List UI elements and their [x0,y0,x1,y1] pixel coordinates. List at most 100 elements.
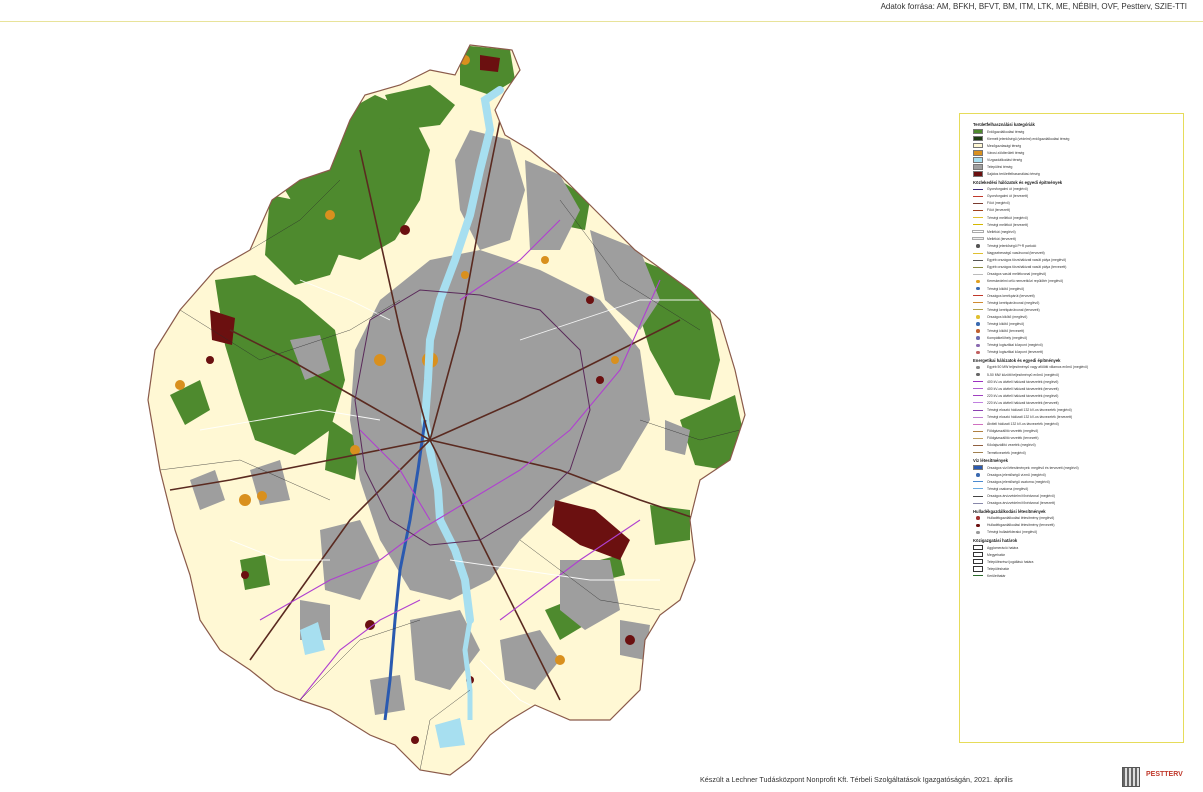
legend-item: Településrészi jogállású határa [973,558,1177,565]
legend-item: Országos vasúti mellékvonal (meglévő) [973,271,1177,278]
legend-item: Országos árvízvédelmi fővédvonal (tervez… [973,500,1177,507]
legend-item: Térségi kerékpárútvonal (tervezett) [973,306,1177,313]
regional-land-use-map[interactable] [0,0,950,792]
legend-item: Országos jelentőségű csatorna (meglévő) [973,478,1177,485]
legend-item-label: Főút (meglévő) [987,201,1010,206]
legend-symbol [973,257,983,263]
legend-item-label: Országos kikötő (meglévő) [987,314,1028,319]
legend-symbol [973,286,983,292]
legend-symbol [973,157,983,163]
legend-item-label: Földgázszállító vezeték (tervezett) [987,436,1039,441]
legend-item-label: Városi zöldterületi térség [987,150,1025,155]
legend-item: Mezőgazdasági térség [973,142,1177,149]
legend-item-label: Országos jelentőségű vízmű (meglévő) [987,472,1046,477]
legend-symbol [973,522,983,528]
legend-symbol [973,544,983,551]
legend-item: Térségi mellékút (tervezett) [973,221,1177,228]
legend-symbol [973,558,983,565]
legend-item: Térségi elosztó hálózati 132 kV-os távve… [973,414,1177,421]
legend-symbol [973,135,983,142]
legend-item: 220 kV-os átviteli hálózati távvezeték (… [973,392,1177,399]
legend-item-label: Agglomeráció határa [987,545,1019,550]
legend-symbol [973,321,983,327]
legend-symbol [973,200,983,206]
legend-item-label: 5-50 MW közötti teljesítményű erőmű (meg… [987,372,1059,377]
legend-item: Megyehatár [973,551,1177,558]
legend-item-label: Sajátos területfelhasználású térség [987,172,1040,177]
legend-symbol [973,164,983,170]
legend-symbol [973,271,983,277]
legend-symbol [973,342,983,348]
legend-symbol [973,551,983,558]
legend-item-label: Kerülethatár [987,573,1006,578]
legend-symbol [973,529,983,535]
legend-item: Országos vízi létesítmények: meglévő és … [973,464,1177,471]
legend-symbol [973,300,983,306]
legend-symbol [973,386,983,392]
legend-item-label: Termékvezeték (meglévő) [987,450,1026,455]
legend-item: Térségi mellékút (meglévő) [973,214,1177,221]
legend-item: Termékvezeték (meglévő) [973,449,1177,456]
legend-symbol [973,142,983,149]
legend-item: Főút (meglévő) [973,200,1177,207]
legend-symbol [973,314,983,320]
legend-symbol [973,515,983,521]
legend-item: Térségi elosztó hálózati 132 kV-os távve… [973,406,1177,413]
legend-item-label: Térségi mellékút (tervezett) [987,222,1029,227]
legend-item-label: Mellékút (meglévő) [987,229,1016,234]
legend-item: Kőolajszállító vezeték (meglévő) [973,442,1177,449]
legend-item: Kerülethatár [973,572,1177,579]
legend-item: Települési térség [973,163,1177,170]
legend-symbol [973,372,983,378]
legend-item: Térségi logisztikai központ (meglévő) [973,342,1177,349]
legend-item: Országos kikötő (meglévő) [973,313,1177,320]
legend-item-label: Térségi mellékút (meglévő) [987,215,1028,220]
legend-item-label: Átviteli hálózati 132 kV-os távvezeték (… [987,422,1059,427]
legend-item-label: Egyéb országos törzshálózati vasúti pály… [987,258,1067,263]
legend-item: Földgázszállító vezeték (meglévő) [973,428,1177,435]
legend-item-label: 220 kV-os átviteli hálózati távvezeték (… [987,400,1059,405]
legend-item: Térségi hulladéklerakó (meglévő) [973,529,1177,536]
legend-item-label: Térségi kikötő (tervezett) [987,329,1025,334]
legend-symbol [973,222,983,228]
legend-item-label: Térségi csatorna (meglévő) [987,486,1029,491]
legend-item-label: Kompátkelőhely (meglévő) [987,336,1028,341]
legend-item-label: Térségi logisztikai központ (meglévő) [987,343,1043,348]
legend-item: 220 kV-os átviteli hálózati távvezeték (… [973,399,1177,406]
legend-symbol [973,500,983,506]
legend-item: Kiemelt jelentőségű (védelmi) erdőgazdál… [973,135,1177,142]
legend-item: Országos kerékpárút (tervezett) [973,292,1177,299]
legend-item-label: Gyorsforgalmi út (tervezett) [987,194,1029,199]
legend-section-title: Területfelhasználási kategóriák [973,122,1035,127]
legend-symbol [973,364,983,370]
legend-item-label: Térségi hulladéklerakó (meglévő) [987,530,1038,535]
legend-section-title: Közigazgatási határok [973,537,1018,543]
legend-symbol [973,379,983,385]
legend-symbol [973,573,983,579]
legend-item: Térségi kikötő (meglévő) [973,285,1177,292]
legend-item-label: Vízgazdálkodási térség [987,157,1023,162]
legend-item-label: Térségi kikötő (meglévő) [987,286,1025,291]
legend-item-label: Térségi elosztó hálózati 132 kV-os távve… [987,408,1072,413]
legend-symbol [973,442,983,448]
legend-item-label: Hulladékgazdálkodási létesítmény (tervez… [987,523,1055,528]
legend-section-title: Hulladékgazdálkodási létesítmények [973,508,1046,514]
legend-item: Hulladékgazdálkodási létesítmény (tervez… [973,522,1177,529]
legend-symbol [973,150,983,156]
legend-item-label: Országos jelentőségű csatorna (meglévő) [987,479,1050,484]
legend-item-label: Megyehatár [987,552,1005,557]
legend-item: Térségi csatorna (meglévő) [973,485,1177,492]
legend-symbol [973,335,983,341]
legend-symbol [973,421,983,427]
legend-symbol [972,229,984,235]
legend-item-label: Főút (tervezett) [987,208,1010,213]
legend-item: Gyorsforgalmi út (meglévő) [973,186,1177,193]
legend-item: Mellékút (tervezett) [972,235,1177,242]
legend-item: 400 kV-os átviteli hálózati távvezeték (… [973,378,1177,385]
legend-item-label: Térségi kerékpárútvonal (tervezett) [987,307,1040,312]
legend-symbol [973,264,983,270]
legend-item: Országos jelentőségű vízmű (meglévő) [973,471,1177,478]
legend-item-label: 400 kV-os átviteli hálózati távvezeték (… [987,386,1059,391]
legend-item-label: Egyéb országos törzshálózati vasúti pály… [987,265,1067,270]
legend-item: Gyorsforgalmi út (tervezett) [973,193,1177,200]
